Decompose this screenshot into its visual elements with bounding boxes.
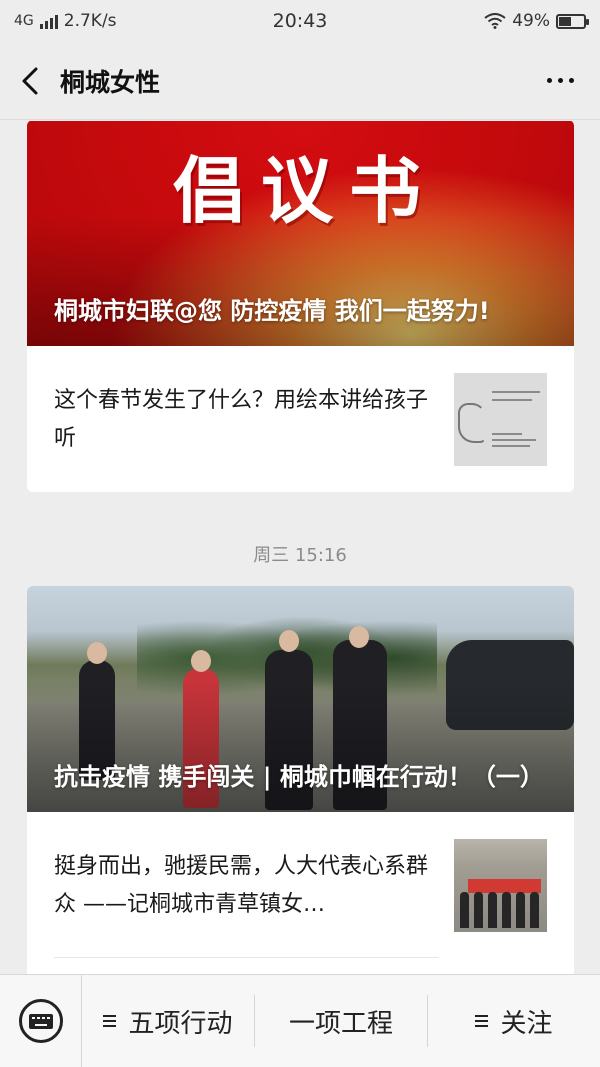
- article-list-item[interactable]: 挺身而出，驰援民需，人大代表心系群众 ——记桐城市青草镇女…: [27, 812, 574, 958]
- battery-percent: 49%: [512, 11, 550, 31]
- message-feed[interactable]: 倡议书 桐城市妇联@您 防控疫情 我们一起努力! 这个春节发生了什么？用绘本讲给…: [0, 121, 600, 974]
- message-timestamp: 周三 15:16: [253, 545, 347, 566]
- cover-photo-head: [349, 626, 369, 648]
- article-title: 挺身而出，驰援民需，人大代表心系群众 ——记桐城市青草镇女…: [54, 854, 429, 917]
- menu-list-icon: [475, 1015, 489, 1027]
- cover-photo-head: [87, 642, 107, 664]
- page-title: 桐城女性: [60, 67, 161, 97]
- network-type: 4G: [14, 13, 34, 29]
- menu-item-wuxiang[interactable]: 五项行动: [82, 995, 254, 1047]
- divider: [54, 957, 439, 958]
- menu-item-guanzhu[interactable]: 关注: [427, 995, 600, 1047]
- status-bar: 4G 2.7K/s 20:43 49%: [0, 0, 600, 42]
- keyboard-toggle-button[interactable]: [0, 974, 82, 1067]
- wifi-icon: [484, 13, 506, 29]
- bottom-menu-bar: 五项行动 一项工程 关注: [0, 974, 600, 1067]
- article-list-item[interactable]: 这个春节发生了什么？用绘本讲给孩子听: [27, 346, 574, 492]
- battery-fill: [559, 16, 571, 26]
- article-card: 倡议书 桐城市妇联@您 防控疫情 我们一起努力! 这个春节发生了什么？用绘本讲给…: [27, 121, 574, 492]
- menu-item-label: 五项行动: [128, 1008, 233, 1039]
- status-right: 49%: [484, 11, 589, 31]
- article-title: 这个春节发生了什么？用绘本讲给孩子听: [54, 388, 429, 451]
- article-card: 抗击疫情 携手闯关 | 桐城巾帼在行动！（一） 挺身而出，驰援民需，人大代表心系…: [27, 586, 574, 974]
- status-left: 4G 2.7K/s: [14, 11, 117, 31]
- menu-list-icon: [103, 1015, 117, 1027]
- menu-item-label: 关注: [500, 1008, 553, 1039]
- signal-icon: [39, 13, 58, 29]
- article-thumbnail: [454, 839, 547, 932]
- network-speed: 2.7K/s: [63, 11, 117, 31]
- top-navigation: 桐城女性: [0, 42, 600, 120]
- thumbnail-banner: [468, 879, 541, 893]
- cover-title: 抗击疫情 携手闯关 | 桐城巾帼在行动！（一）: [54, 763, 544, 791]
- article-thumbnail: [454, 373, 547, 466]
- cover-photo-head: [279, 630, 299, 652]
- menu-item-yixiang[interactable]: 一项工程: [254, 995, 427, 1047]
- cover-article[interactable]: 抗击疫情 携手闯关 | 桐城巾帼在行动！（一）: [27, 586, 574, 812]
- thumbnail-illustration: [458, 403, 486, 443]
- chevron-left-icon[interactable]: [0, 42, 60, 120]
- keyboard-icon: [18, 999, 63, 1043]
- battery-icon: [556, 13, 589, 29]
- cover-article[interactable]: 倡议书 桐城市妇联@您 防控疫情 我们一起努力!: [27, 121, 574, 346]
- more-dots-icon[interactable]: [547, 78, 574, 83]
- cover-photo-head: [191, 650, 211, 672]
- cover-title: 桐城市妇联@您 防控疫情 我们一起努力!: [54, 297, 490, 325]
- menu-item-label: 一项工程: [288, 1008, 393, 1039]
